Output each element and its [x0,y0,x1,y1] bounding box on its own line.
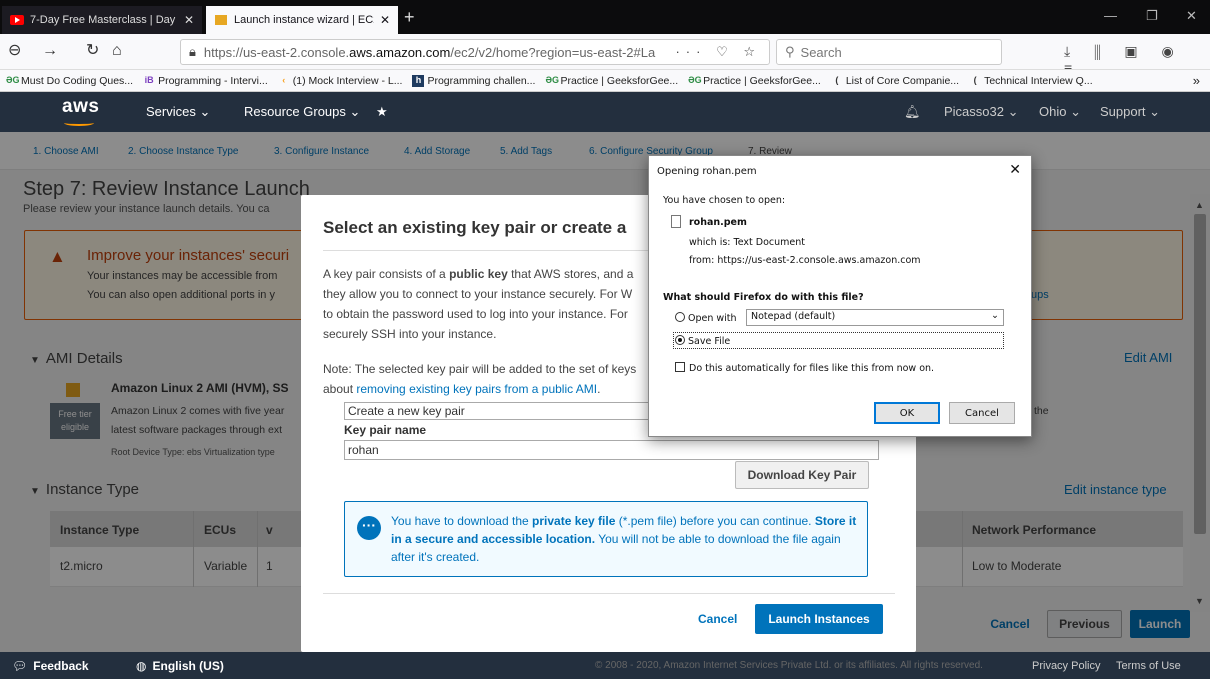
cancel-button[interactable]: Cancel [949,402,1015,424]
leetcode-icon: ‹ [282,74,286,85]
bookmark-icon: ( [973,74,977,85]
globe-icon: ◍ [136,659,147,673]
close-tab-icon[interactable]: ✕ [380,13,390,27]
bell-icon[interactable]: 🔔︎ [904,104,921,120]
file-name: rohan.pem [689,217,747,228]
bookmark-item[interactable]: ƏG Practice | GeeksforGee... [688,75,821,87]
youtube-icon [10,13,24,27]
tab-launch-instance[interactable]: Launch instance wizard | EC2 M ✕ [206,6,398,34]
tab-title: Launch instance wizard | EC2 M [234,14,374,26]
gfg-icon: ƏG [688,74,702,85]
terms-of-use-link[interactable]: Terms of Use [1116,660,1181,672]
chat-icon: 💬︎ [12,659,28,673]
minimize-icon[interactable]: — [1104,8,1117,23]
bookmark-item[interactable]: (List of Core Companie... [831,75,959,87]
checkbox-icon [675,362,685,372]
bookmark-item[interactable]: ƏG Practice | GeeksforGee... [545,75,678,87]
close-dialog-icon[interactable]: ✕ [1009,162,1021,178]
url-prefix: https://us-east-2.console. [203,44,350,60]
remove-key-pairs-link[interactable]: removing existing key pairs from a publi… [356,382,597,396]
firefox-download-dialog: Opening rohan.pem ✕ You have chosen to o… [648,155,1032,437]
language-selector[interactable]: ◍ English (US) [136,659,224,673]
bookmark-item[interactable]: ƏG Must Do Coding Ques... [6,75,133,87]
search-placeholder: Search [800,44,842,60]
pin-icon[interactable]: ★ [376,104,388,120]
browser-tab-bar: 7-Day Free Masterclass | Day 6 ✕ Launch … [0,0,1210,34]
info-icon: ··· [357,516,381,540]
hackerrank-icon: h [412,74,425,87]
modal-description: A key pair consists of a public key that… [323,267,634,341]
services-menu[interactable]: Services ⌄ [146,104,210,120]
tab-masterclass[interactable]: 7-Day Free Masterclass | Day 6 ✕ [2,6,202,34]
key-pair-name-label: Key pair name [344,423,427,437]
new-tab-button[interactable]: + [404,6,415,28]
dialog-title: Opening rohan.pem [657,166,757,177]
tab-title: 7-Day Free Masterclass | Day 6 [30,14,178,26]
url-bar[interactable]: 🔒︎ https://us-east-2.console. aws.amazon.… [180,39,770,65]
reload-icon[interactable]: ↻ [86,43,99,59]
close-tab-icon[interactable]: ✕ [184,13,194,27]
url-suffix: /ec2/v2/home?region=us-east-2#La [450,44,656,60]
feedback-link[interactable]: 💬︎ Feedback [12,659,89,673]
aws-logo[interactable]: aws [62,96,99,126]
radio-icon [675,312,685,322]
download-key-pair-button[interactable]: Download Key Pair [735,461,869,489]
search-input[interactable]: ⚲ Search [776,39,1002,65]
copyright: © 2008 - 2020, Amazon Internet Services … [595,660,983,671]
search-icon: ⚲ [785,44,795,59]
privacy-policy-link[interactable]: Privacy Policy [1032,660,1100,672]
bookmark-item[interactable]: (Technical Interview Q... [969,75,1093,87]
aws-box-icon [214,13,228,27]
file-icon [671,215,681,228]
account-menu[interactable]: Picasso32 ⌄ [944,104,1018,120]
application-select[interactable]: Notepad (default) ⌄ [746,309,1004,326]
bookmarks-overflow-icon[interactable]: » [1193,73,1200,88]
save-file-radio[interactable]: Save File [673,332,1004,349]
modal-cancel-button[interactable]: Cancel [698,612,737,626]
back-icon[interactable]: ⊖ [8,43,21,59]
open-with-radio[interactable]: Open with [675,312,737,324]
modal-note: Note: The selected key pair will be adde… [323,362,637,396]
close-window-icon[interactable]: ✕ [1186,8,1197,24]
launch-instances-button[interactable]: Launch Instances [755,604,883,634]
page-actions-icon[interactable]: ··· ♡ ☆ [675,44,761,60]
aws-footer: 💬︎ Feedback ◍ English (US) © 2008 - 2020, … [0,652,1210,679]
url-domain: aws.amazon.com [349,44,451,60]
info-text: You have to download the private key fil… [391,514,857,564]
aws-top-nav: aws Services ⌄ Resource Groups ⌄ ★ 🔔︎ Pi… [0,92,1210,132]
chosen-label: You have chosen to open: [663,195,786,206]
bookmarks-bar: ƏG Must Do Coding Ques... iB Programming -… [0,70,1210,92]
lock-icon: 🔒︎ [189,44,196,59]
home-icon[interactable]: ⌂ [112,43,122,59]
bookmark-item[interactable]: h Programming challen... [412,74,535,87]
bookmark-item[interactable]: ‹ (1) Mock Interview - L... [278,74,402,87]
resource-groups-menu[interactable]: Resource Groups ⌄ [244,104,360,120]
gfg-icon: ƏG [545,74,559,85]
browser-nav-bar: ⊖ → ↻ ⌂ 🔒︎ https://us-east-2.console. aws… [0,34,1210,76]
modal-title: Select an existing key pair or create a [323,218,627,237]
private-key-info: ··· You have to download the private key… [344,501,868,577]
ok-button[interactable]: OK [874,402,940,424]
file-source: from: https://us-east-2.console.aws.amaz… [689,255,921,266]
restore-icon[interactable]: ❐ [1146,8,1158,24]
dialog-question: What should Firefox do with this file? [663,292,864,303]
radio-icon [675,335,685,345]
gfg-icon: ƏG [6,74,20,85]
chevron-down-icon: ⌄ [991,310,999,321]
ib-icon: iB [144,74,154,85]
key-pair-name-input[interactable]: rohan [344,440,879,460]
bookmark-item[interactable]: iB Programming - Intervi... [143,75,268,87]
file-type: which is: Text Document [689,237,805,248]
bookmark-icon: ( [835,74,839,85]
support-menu[interactable]: Support ⌄ [1100,104,1160,120]
auto-checkbox[interactable]: Do this automatically for files like thi… [675,362,934,374]
region-menu[interactable]: Ohio ⌄ [1039,104,1081,120]
forward-icon[interactable]: → [42,43,58,59]
